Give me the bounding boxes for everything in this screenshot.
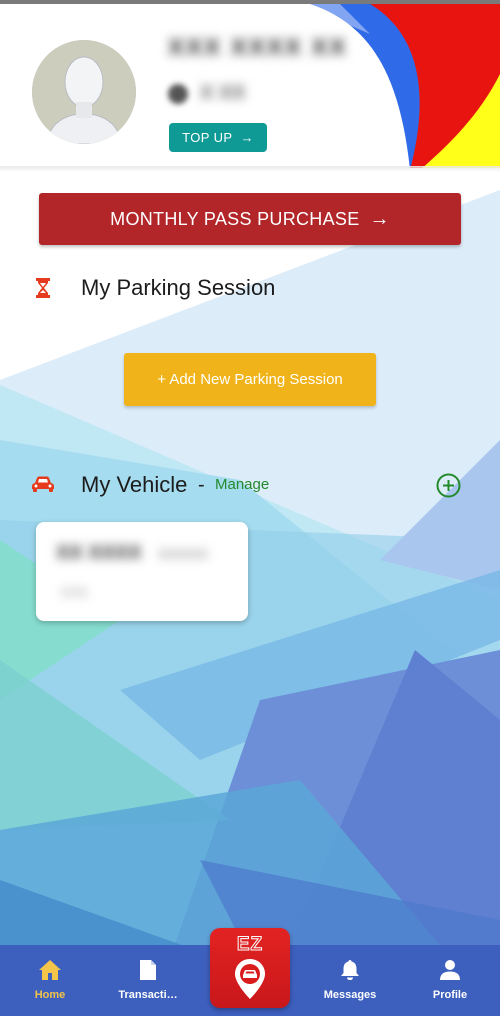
manage-vehicle-link[interactable]: Manage [215, 476, 269, 493]
vehicle-title: My Vehicle [81, 472, 188, 497]
monthly-pass-purchase-button[interactable]: MONTHLY PASS PURCHASE → [39, 193, 461, 245]
vehicle-plate: XX XXXX [56, 542, 142, 564]
nav-messages-label: Messages [323, 989, 377, 1001]
default-avatar-icon [32, 40, 136, 144]
nav-profile-label: Profile [432, 989, 468, 1001]
vehicle-card[interactable]: XX XXXX XXXXX XXX [36, 522, 248, 621]
person-icon [440, 960, 460, 980]
user-name: XXX XXXX XX [168, 34, 348, 61]
nav-messages[interactable]: Messages [305, 945, 395, 1016]
brand-swoosh [300, 4, 500, 168]
parking-session-title: My Parking Session [81, 275, 276, 300]
vehicle-model: XXXXX [158, 546, 209, 563]
nav-home[interactable]: Home [5, 945, 95, 1016]
nav-transactions-label: Transacti… [118, 989, 178, 1001]
add-parking-session-button[interactable]: + Add New Parking Session [124, 353, 376, 406]
ez-center-button[interactable]: EZ [210, 928, 290, 1008]
nav-profile[interactable]: Profile [405, 945, 495, 1016]
wallet-icon [168, 84, 188, 104]
nav-home-label: Home [34, 989, 66, 1001]
title-separator: - [198, 474, 205, 496]
bell-icon [341, 960, 359, 980]
document-icon [140, 960, 156, 980]
nav-transactions[interactable]: Transacti… [103, 945, 193, 1016]
monthly-pass-label: MONTHLY PASS PURCHASE [110, 208, 360, 229]
wallet-balance: X XX [200, 82, 246, 104]
home-icon [39, 960, 61, 980]
arrow-right-icon: → [369, 207, 390, 230]
car-icon [32, 476, 54, 492]
avatar[interactable] [32, 40, 136, 144]
header-divider [0, 166, 500, 172]
vehicle-detail: XXX [60, 584, 89, 600]
profile-header: XXX XXXX XX X XX TOP UP → [0, 4, 500, 168]
arrow-right-icon: → [240, 130, 254, 145]
top-up-label: TOP UP [182, 130, 233, 145]
ez-logo-text: EZ [236, 934, 264, 956]
location-pin-car-icon [235, 959, 265, 999]
top-up-button[interactable]: TOP UP → [169, 123, 267, 152]
hourglass-icon [36, 278, 50, 298]
add-vehicle-icon[interactable] [436, 473, 461, 498]
